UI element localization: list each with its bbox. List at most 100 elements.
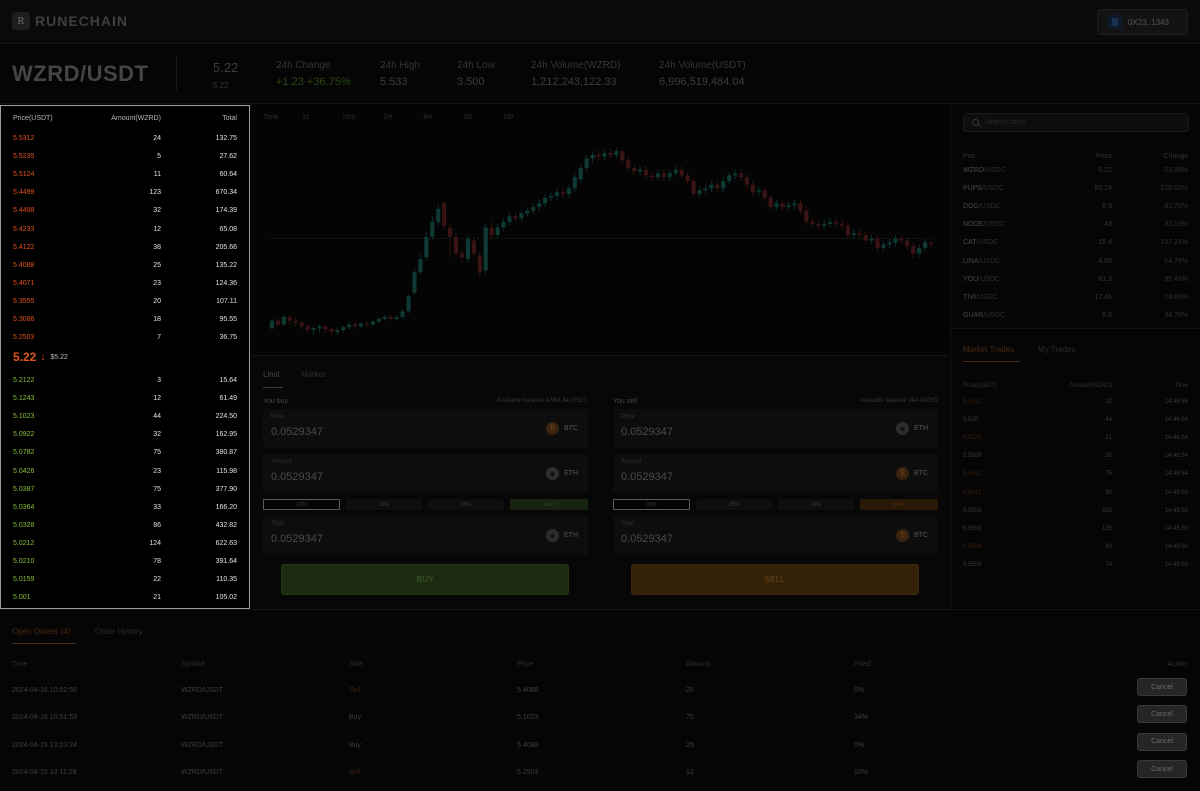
market-row[interactable]: GUAR/USDC 6.5 34.78% (951, 307, 1200, 325)
candle (293, 316, 298, 327)
search-input[interactable]: Search coins (985, 119, 1025, 126)
sell-pct-10[interactable]: 10% (613, 499, 690, 510)
ask-price: 5.3555 (13, 297, 35, 305)
sell-side-label: You sell (613, 398, 638, 405)
timeframe-1w[interactable]: 1W (503, 114, 514, 121)
candle (899, 234, 904, 245)
tab-open-orders[interactable]: Open Orders (4) (12, 627, 70, 636)
cancel-button[interactable]: Cancel (1137, 705, 1187, 724)
order-row: 2024-04-16 10:51:53 WZRD/USDT Buy 5.1023 75 3… (0, 704, 1200, 731)
bid-row[interactable]: 5.0364 33 166.20 (1, 498, 249, 516)
timeframe-4h[interactable]: 4H (423, 114, 432, 121)
order-filled: 10% (854, 769, 869, 777)
ask-row[interactable]: 5.4088 25 135.22 (1, 256, 249, 274)
bid-row[interactable]: 5.2122 3 15.64 (1, 371, 249, 389)
candlestick-chart[interactable] (251, 133, 948, 352)
bid-row[interactable]: 5.1243 12 61.49 (1, 389, 249, 407)
timeframe-time[interactable]: Time (263, 114, 278, 121)
timeframe-1s[interactable]: 1s (302, 114, 309, 121)
search-box[interactable]: Search coins (963, 113, 1189, 132)
candle-body (733, 173, 738, 176)
market-row[interactable]: YOU/USDC 81.3 95.49% (951, 271, 1200, 289)
ask-row[interactable]: 5.4233 12 65.08 (1, 220, 249, 238)
buy-pct-max[interactable]: MAX (510, 499, 588, 510)
buy-button[interactable]: BUY (281, 564, 569, 595)
ask-row[interactable]: 5.4071 23 124.36 (1, 274, 249, 292)
wallet-button[interactable]: 0X23..1343 (1097, 9, 1188, 35)
bid-row[interactable]: 5.0328 86 432.82 (1, 516, 249, 534)
market-row[interactable]: PUPS/USDC 50.24 226.02% (951, 180, 1200, 198)
bid-row[interactable]: 5.1023 44 224.50 (1, 407, 249, 425)
market-row[interactable]: WZRD/USDC 5.22 23.88% (951, 162, 1200, 180)
bid-row[interactable]: 5.0159 22 110.35 (1, 570, 249, 588)
cancel-button[interactable]: Cancel (1137, 760, 1187, 779)
ask-row[interactable]: 5.2503 7 36.75 (1, 328, 249, 346)
candle (400, 309, 405, 319)
market-row[interactable]: NODE/USDC 43 33.19% (951, 216, 1200, 234)
stat-label: 24h Low (457, 60, 495, 71)
candle (875, 234, 880, 252)
ask-row[interactable]: 5.3555 20 107.11 (1, 292, 249, 310)
buy-pct-50[interactable]: 50% (428, 499, 504, 510)
bid-row[interactable]: 5.0922 32 162.95 (1, 425, 249, 443)
ask-row[interactable]: 5.4499 123 670.34 (1, 183, 249, 201)
buy-amount-input[interactable]: 0.0529347 (271, 471, 323, 483)
market-quote: /USDC (983, 221, 1006, 229)
tab-market[interactable]: Market (301, 370, 325, 379)
candle (851, 229, 856, 239)
sell-amount-input[interactable]: 0.0529347 (621, 471, 673, 483)
sell-amount-field[interactable]: Amount 0.0529347 ₿ BTC (613, 454, 938, 493)
buy-pct-10[interactable]: 10% (263, 499, 340, 510)
tab-my-trades[interactable]: My Trades (1038, 345, 1075, 354)
candle-body (661, 173, 666, 178)
ask-row[interactable]: 5.3086 18 95.55 (1, 310, 249, 328)
timeframe-1d[interactable]: 1D (463, 114, 472, 121)
trade-amount: 135 (1101, 525, 1112, 532)
candle-body (863, 234, 868, 241)
pair-title[interactable]: WZRD/USDT (12, 61, 148, 87)
cancel-button[interactable]: Cancel (1137, 678, 1187, 696)
bid-row[interactable]: 5.001 21 105.02 (1, 588, 249, 606)
market-row[interactable]: LINA/USDC 4.65 54.79% (951, 253, 1200, 271)
tab-order-history[interactable]: Order History (95, 627, 143, 636)
ask-row[interactable]: 5.5312 24 132.75 (1, 129, 249, 147)
btc-icon: ₿ (896, 529, 909, 542)
bid-row[interactable]: 5.0212 124 622.63 (1, 534, 249, 552)
logo[interactable]: R RUNECHAIN (12, 12, 128, 30)
sell-pct-50[interactable]: 50% (778, 499, 854, 510)
candle (453, 233, 459, 260)
bid-price: 5.2122 (13, 377, 35, 384)
ask-row[interactable]: 5.5235 5 27.62 (1, 147, 249, 165)
timeframe-15m[interactable]: 15m (342, 114, 356, 121)
candle (465, 234, 470, 263)
sell-pct-25[interactable]: 25% (696, 499, 772, 510)
candle (590, 151, 595, 163)
cancel-button[interactable]: Cancel (1137, 732, 1187, 751)
timeframe-1h[interactable]: 1H (383, 114, 392, 121)
ask-row[interactable]: 5.4498 32 174.39 (1, 201, 249, 219)
candle (525, 207, 530, 217)
sell-button[interactable]: SELL (631, 564, 919, 595)
market-row[interactable]: CAT/USDC 15.4 157.24% (951, 234, 1200, 252)
market-row[interactable]: TIVI/USDC 17.46 74.65% (951, 289, 1200, 307)
ask-row[interactable]: 5.5124 11 60.64 (1, 165, 249, 183)
sell-pct-max[interactable]: MAX (860, 499, 938, 510)
buy-pct-25[interactable]: 25% (346, 499, 422, 510)
buy-total-input[interactable]: 0.0529347 (271, 533, 323, 545)
buy-total-field[interactable]: Total 0.0529347 ◆ ETH (263, 516, 588, 555)
ask-row[interactable]: 5.4122 38 205.66 (1, 238, 249, 256)
market-row[interactable]: DOG/USDC 6.9 81.76% (951, 198, 1200, 216)
bid-row[interactable]: 5.0426 23 115.98 (1, 462, 249, 480)
tab-market-trades[interactable]: Market Trades (963, 345, 1014, 354)
sell-total-field[interactable]: Total 0.0529347 ₿ BTC (613, 516, 938, 555)
bid-row[interactable]: 5.0210 78 391.64 (1, 552, 249, 570)
bid-row[interactable]: 5.0782 75 380.87 (1, 443, 249, 461)
sell-total-input[interactable]: 0.0529347 (621, 533, 673, 545)
buy-amount-field[interactable]: Amount 0.0529347 ◆ ETH (263, 454, 588, 493)
sell-price-field[interactable]: Price 0.0529347 ◆ ETH (613, 409, 938, 448)
buy-price-field[interactable]: Price 0.0529347 ₿ BTC (263, 409, 588, 448)
bid-row[interactable]: 5.0387 75 377.90 (1, 480, 249, 498)
sell-price-input[interactable]: 0.0529347 (621, 426, 673, 438)
buy-price-input[interactable]: 0.0529347 (271, 426, 323, 438)
tab-limit[interactable]: Limit (263, 370, 280, 379)
